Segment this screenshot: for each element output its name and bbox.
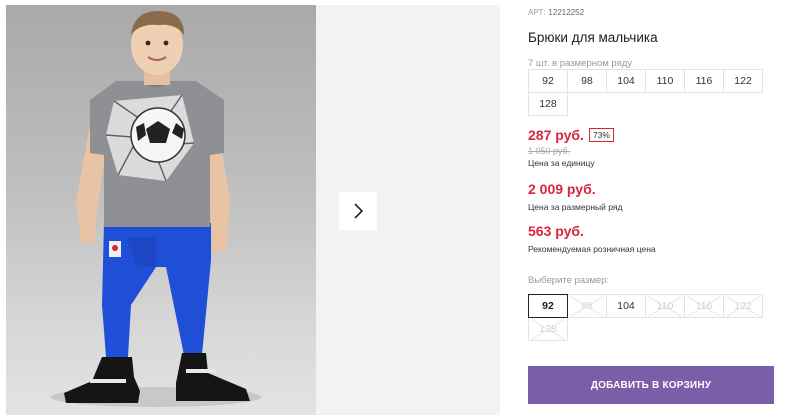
size-picker-grid: 92 98 104 110 116 122 128 xyxy=(528,294,768,341)
size-option-116[interactable]: 116 xyxy=(684,294,724,318)
retail-price-block: 563 руб. Рекомендуемая розничная цена xyxy=(528,223,656,254)
retail-price-note: Рекомендуемая розничная цена xyxy=(528,244,656,254)
product-photo[interactable] xyxy=(6,5,316,415)
add-to-cart-button[interactable]: ДОБАВИТЬ В КОРЗИНУ xyxy=(528,366,774,404)
size-option-110[interactable]: 110 xyxy=(645,294,685,318)
size-range-cell: 116 xyxy=(684,69,724,93)
size-range-cell: 98 xyxy=(567,69,607,93)
size-option-98[interactable]: 98 xyxy=(567,294,607,318)
size-range-cell: 122 xyxy=(723,69,763,93)
choose-size-label: Выберите размер: xyxy=(528,275,610,286)
size-range-cell: 110 xyxy=(645,69,685,93)
product-title: Брюки для мальчика xyxy=(528,30,658,45)
size-range-grid: 92 98 104 110 116 122 128 xyxy=(528,69,768,116)
sku-value: 12212252 xyxy=(548,8,585,17)
product-gallery xyxy=(0,0,500,420)
unit-price-note: Цена за единицу xyxy=(528,158,595,168)
boy-in-football-tshirt-image xyxy=(51,11,261,407)
size-range-cell: 104 xyxy=(606,69,646,93)
retail-price: 563 руб. xyxy=(528,223,584,239)
unit-price-block: 287 руб. 73% 1 050 руб. Цена за единицу xyxy=(528,127,614,168)
range-price-block: 2 009 руб. Цена за размерный ряд xyxy=(528,181,622,212)
old-price: 1 050 руб. xyxy=(528,146,571,156)
size-range-cell: 128 xyxy=(528,92,568,116)
size-range-cell: 92 xyxy=(528,69,568,93)
sku: АРТ: 12212252 xyxy=(528,8,584,17)
product-info-panel: АРТ: 12212252 Брюки для мальчика 7 шт. в … xyxy=(528,0,790,420)
range-price: 2 009 руб. xyxy=(528,181,596,197)
size-option-128[interactable]: 128 xyxy=(528,317,568,341)
sku-label: АРТ: xyxy=(528,8,546,17)
gallery-next-button[interactable] xyxy=(339,192,377,230)
sizes-count-label: 7 шт. в размерном ряду xyxy=(528,58,633,69)
chevron-right-icon xyxy=(354,203,364,219)
unit-price: 287 руб. xyxy=(528,127,584,143)
size-option-104[interactable]: 104 xyxy=(606,294,646,318)
range-price-note: Цена за размерный ряд xyxy=(528,202,623,212)
discount-badge: 73% xyxy=(588,128,614,142)
size-option-92[interactable]: 92 xyxy=(528,294,568,318)
size-option-122[interactable]: 122 xyxy=(723,294,763,318)
